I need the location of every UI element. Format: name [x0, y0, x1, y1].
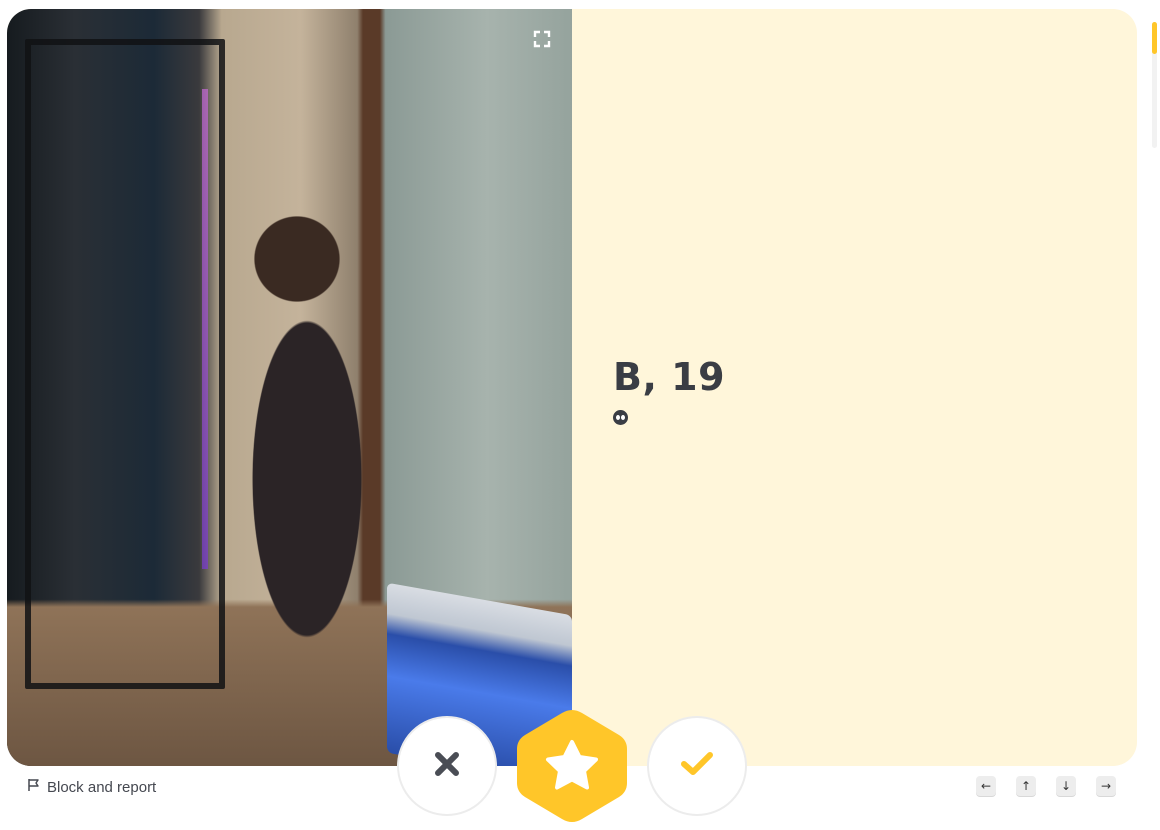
block-and-report-link[interactable]: Block and report — [27, 777, 156, 797]
flag-icon — [27, 778, 41, 796]
up-arrow-icon: ↑ — [1020, 779, 1032, 793]
left-arrow-icon: ← — [980, 779, 992, 793]
scrollbar-thumb[interactable] — [1152, 22, 1157, 54]
photo-neon-light — [202, 89, 208, 569]
check-icon — [680, 751, 714, 781]
profile-card: B, 19 — [7, 9, 1137, 766]
block-and-report-label: Block and report — [47, 778, 157, 796]
up-arrow-key[interactable]: ↑ — [1016, 776, 1036, 796]
pass-button[interactable] — [397, 716, 497, 816]
superswipe-button[interactable] — [513, 706, 631, 826]
close-icon — [433, 750, 461, 782]
profile-info: B, 19 — [613, 354, 725, 425]
left-arrow-key[interactable]: ← — [976, 776, 996, 796]
right-arrow-key[interactable]: → — [1096, 776, 1116, 796]
sign-icon — [613, 410, 628, 425]
profile-photo[interactable] — [7, 9, 572, 766]
down-arrow-icon: ↓ — [1060, 779, 1072, 793]
photo-door-frame — [25, 39, 225, 689]
keyboard-nav-hints: ← ↑ ↓ → — [976, 776, 1116, 796]
right-arrow-icon: → — [1100, 779, 1112, 793]
down-arrow-key[interactable]: ↓ — [1056, 776, 1076, 796]
like-button[interactable] — [647, 716, 747, 816]
expand-icon[interactable] — [532, 29, 552, 49]
profile-name-age: B, 19 — [613, 355, 726, 399]
